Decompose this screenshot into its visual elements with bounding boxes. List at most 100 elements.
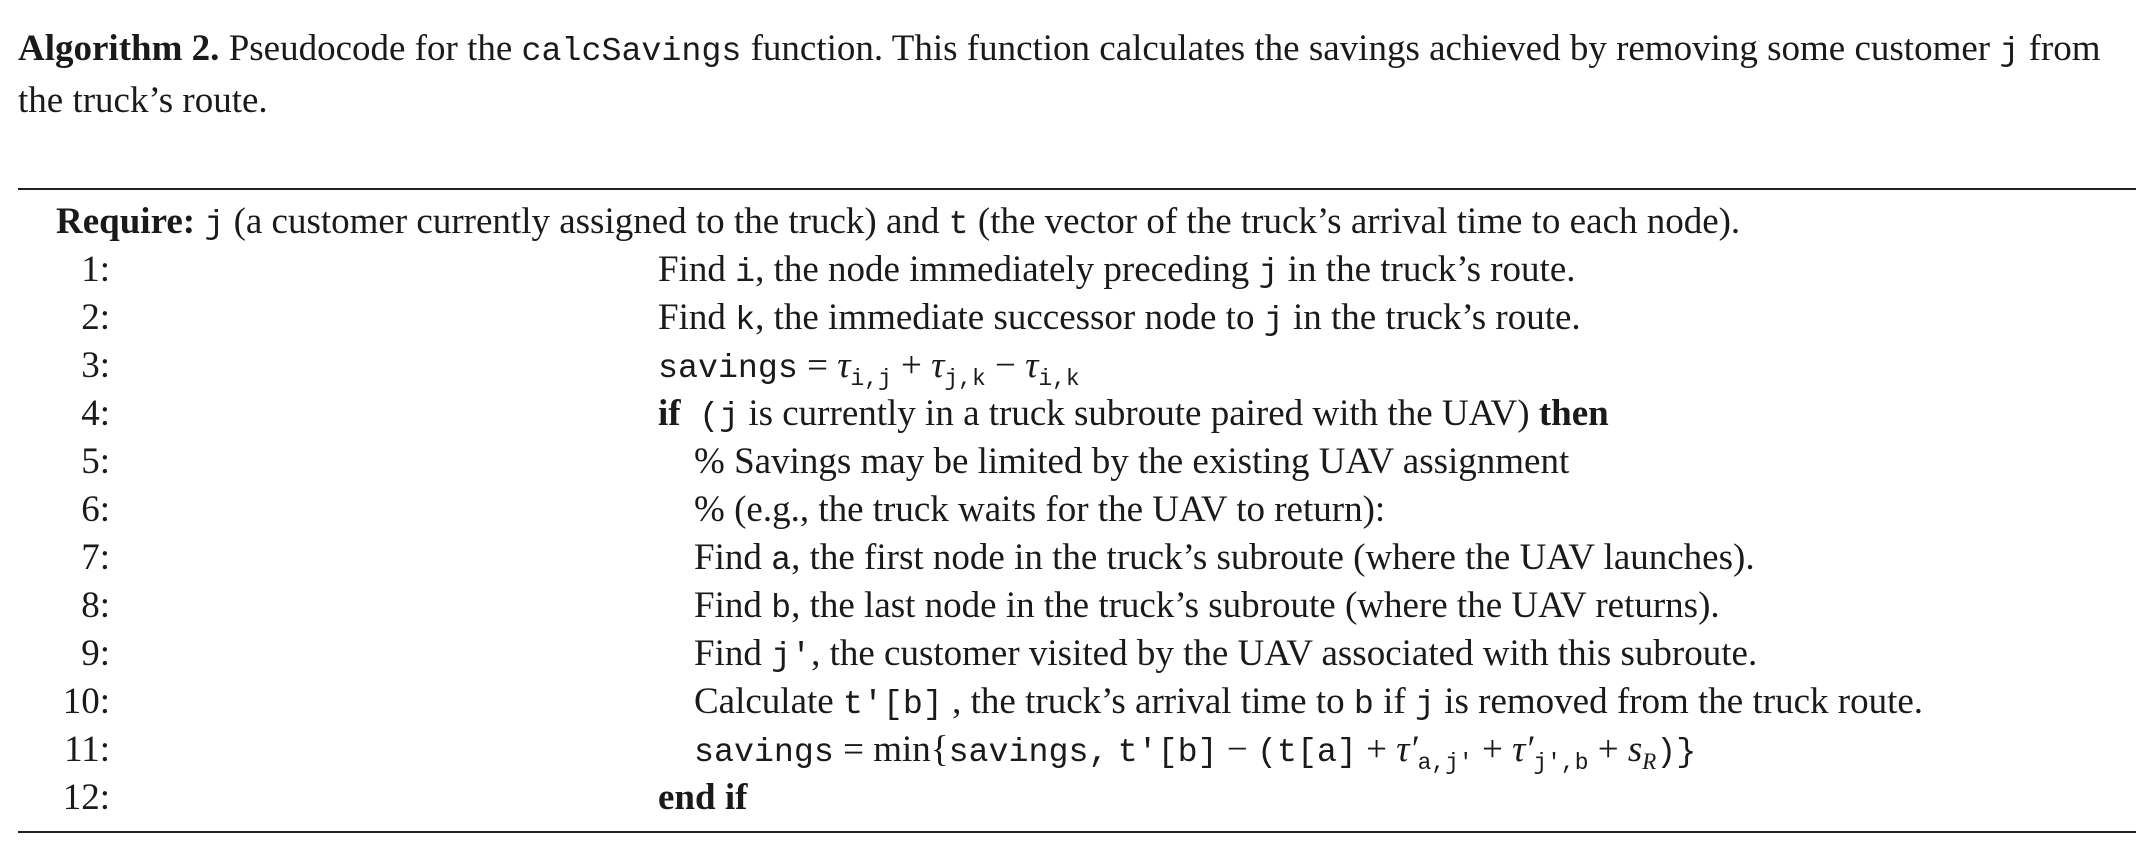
keyword-end-if: end if [658, 777, 748, 818]
line-var: b [771, 589, 792, 627]
algorithm-line-7: 7: Find a, the first node in the truck’s… [0, 534, 2146, 582]
line-number: 12: [62, 777, 110, 818]
line-number: 4: [81, 393, 110, 434]
line-text: , the immediate successor node to [755, 297, 1255, 338]
line-var: i [735, 253, 756, 291]
line-var: j [1258, 253, 1279, 291]
algorithm-line-6: 6: % (e.g., the truck waits for the UAV … [0, 486, 2146, 534]
line-var: j [719, 397, 740, 435]
algorithm-line-12: 12: end if [0, 774, 2146, 822]
algorithm-line-8: 8: Find b, the last node in the truck’s … [0, 582, 2146, 630]
line-text: , the first node in the truck’s subroute… [791, 537, 1755, 578]
algorithm-line-2: 2: Find k, the immediate successor node … [0, 294, 2146, 342]
math-operator: − [994, 345, 1016, 386]
math-operator: + [901, 345, 922, 386]
math-operator: + [1366, 729, 1388, 770]
line-var: a [771, 541, 792, 579]
math-operator: = [807, 345, 828, 386]
math-subscript: R [1642, 749, 1657, 775]
line-text: Find [658, 249, 726, 290]
line-code: Find j′, the customer visited by the UAV… [694, 630, 1757, 680]
algorithm-line-11: 11: savings = min{savings, t′[b] − (t[a]… [0, 726, 2146, 777]
math-subscript: i,k [1038, 366, 1080, 393]
line-var: k [735, 301, 756, 339]
line-text: Find [658, 297, 726, 338]
line-text: if [1383, 681, 1406, 722]
line-text: is currently in a truck subroute paired … [748, 393, 1530, 434]
line-text: Calculate [694, 681, 834, 722]
line-number: 7: [81, 537, 110, 578]
require-text-1: (a customer currently assigned to the tr… [233, 201, 940, 242]
line-var: savings [694, 733, 834, 771]
line-code: Find i, the node immediately preceding j… [658, 246, 1576, 296]
math-operator: + [1481, 729, 1503, 770]
line-comment: % (e.g., the truck waits for the UAV to … [694, 489, 1386, 530]
algorithm-line-10: 10: Calculate t′[b] , the truck’s arriva… [0, 678, 2146, 726]
line-code: if (j is currently in a truck subroute p… [658, 390, 1609, 440]
top-rule [18, 188, 2136, 190]
line-text: , the last node in the truck’s subroute … [791, 585, 1720, 626]
line-var: t′[b] [1117, 733, 1218, 771]
caption-var-j: j [1999, 32, 2020, 70]
algorithm-line-4: 4: if (j is currently in a truck subrout… [0, 390, 2146, 438]
algorithm-line-9: 9: Find j′, the customer visited by the … [0, 630, 2146, 678]
algorithm-line-1: 1: Find i, the node immediately precedin… [0, 246, 2146, 294]
line-number: 2: [81, 297, 110, 338]
keyword-if: if [658, 393, 681, 434]
line-text: Find [694, 537, 762, 578]
line-code: Find k, the immediate successor node to … [658, 294, 1581, 344]
line-text: ( [699, 397, 720, 435]
math-subscript: j,k [944, 366, 986, 393]
line-code: Find a, the first node in the truck’s su… [694, 534, 1755, 584]
line-number: 11: [64, 729, 110, 770]
math-operator: + [1597, 729, 1619, 770]
math-symbol: s [1627, 729, 1643, 770]
line-var: (t[a] [1256, 733, 1357, 771]
line-text: , the node immediately preceding [755, 249, 1250, 290]
algorithm-line-3: 3: savings = τi,j + τj,k − τi,k [0, 342, 2146, 393]
line-text: in the truck’s route. [1292, 297, 1581, 338]
line-var: )} [1656, 733, 1697, 771]
bottom-rule [18, 831, 2136, 833]
caption-text-mid: function. This function calculates the s… [750, 28, 1991, 69]
math-operator: = [843, 729, 864, 770]
line-var: j [1414, 685, 1435, 723]
require-var-j: j [204, 205, 225, 243]
math-subscript: j′,b [1533, 750, 1589, 777]
line-var: t′[b] [842, 685, 943, 723]
line-text: Find [694, 633, 762, 674]
line-number: 9: [81, 633, 110, 674]
line-number: 10: [62, 681, 110, 722]
line-var: savings [658, 349, 798, 387]
require-var-t: t [948, 205, 969, 243]
math-symbol: τ [837, 345, 851, 386]
math-subscript: a,j′ [1417, 750, 1473, 777]
require-text-2: (the vector of the truck’s arrival time … [977, 201, 1741, 242]
line-text: Find [694, 585, 762, 626]
algorithm-caption: Algorithm 2. Pseudocode for the calcSavi… [18, 24, 2136, 125]
math-symbol: τ′ [1512, 729, 1534, 770]
require-keyword: Require: [56, 201, 196, 242]
line-number: 5: [81, 441, 110, 482]
caption-label: Algorithm 2. [18, 28, 220, 69]
line-text: , the truck’s arrival time to [952, 681, 1345, 722]
line-number: 1: [81, 249, 110, 290]
algorithm-line-5: 5: % Savings may be limited by the exist… [0, 438, 2146, 486]
line-number: 3: [81, 345, 110, 386]
line-text: in the truck’s route. [1287, 249, 1576, 290]
math-symbol: τ [1025, 345, 1039, 386]
line-number: 8: [81, 585, 110, 626]
math-symbol: τ′ [1396, 729, 1418, 770]
line-var: j′ [771, 637, 812, 675]
math-function: min{ [873, 729, 949, 770]
math-operator: − [1226, 729, 1248, 770]
caption-text-before: Pseudocode for the [228, 28, 513, 69]
caption-function-name: calcSavings [521, 32, 742, 70]
require-line: Require: j (a customer currently assigne… [56, 198, 1740, 248]
line-comment: % Savings may be limited by the existing… [694, 441, 1570, 482]
line-var: b [1353, 685, 1374, 723]
math-subscript: i,j [850, 366, 892, 393]
keyword-then: then [1538, 393, 1609, 434]
line-text: , the customer visited by the UAV associ… [811, 633, 1758, 674]
line-var: savings, [948, 733, 1109, 771]
